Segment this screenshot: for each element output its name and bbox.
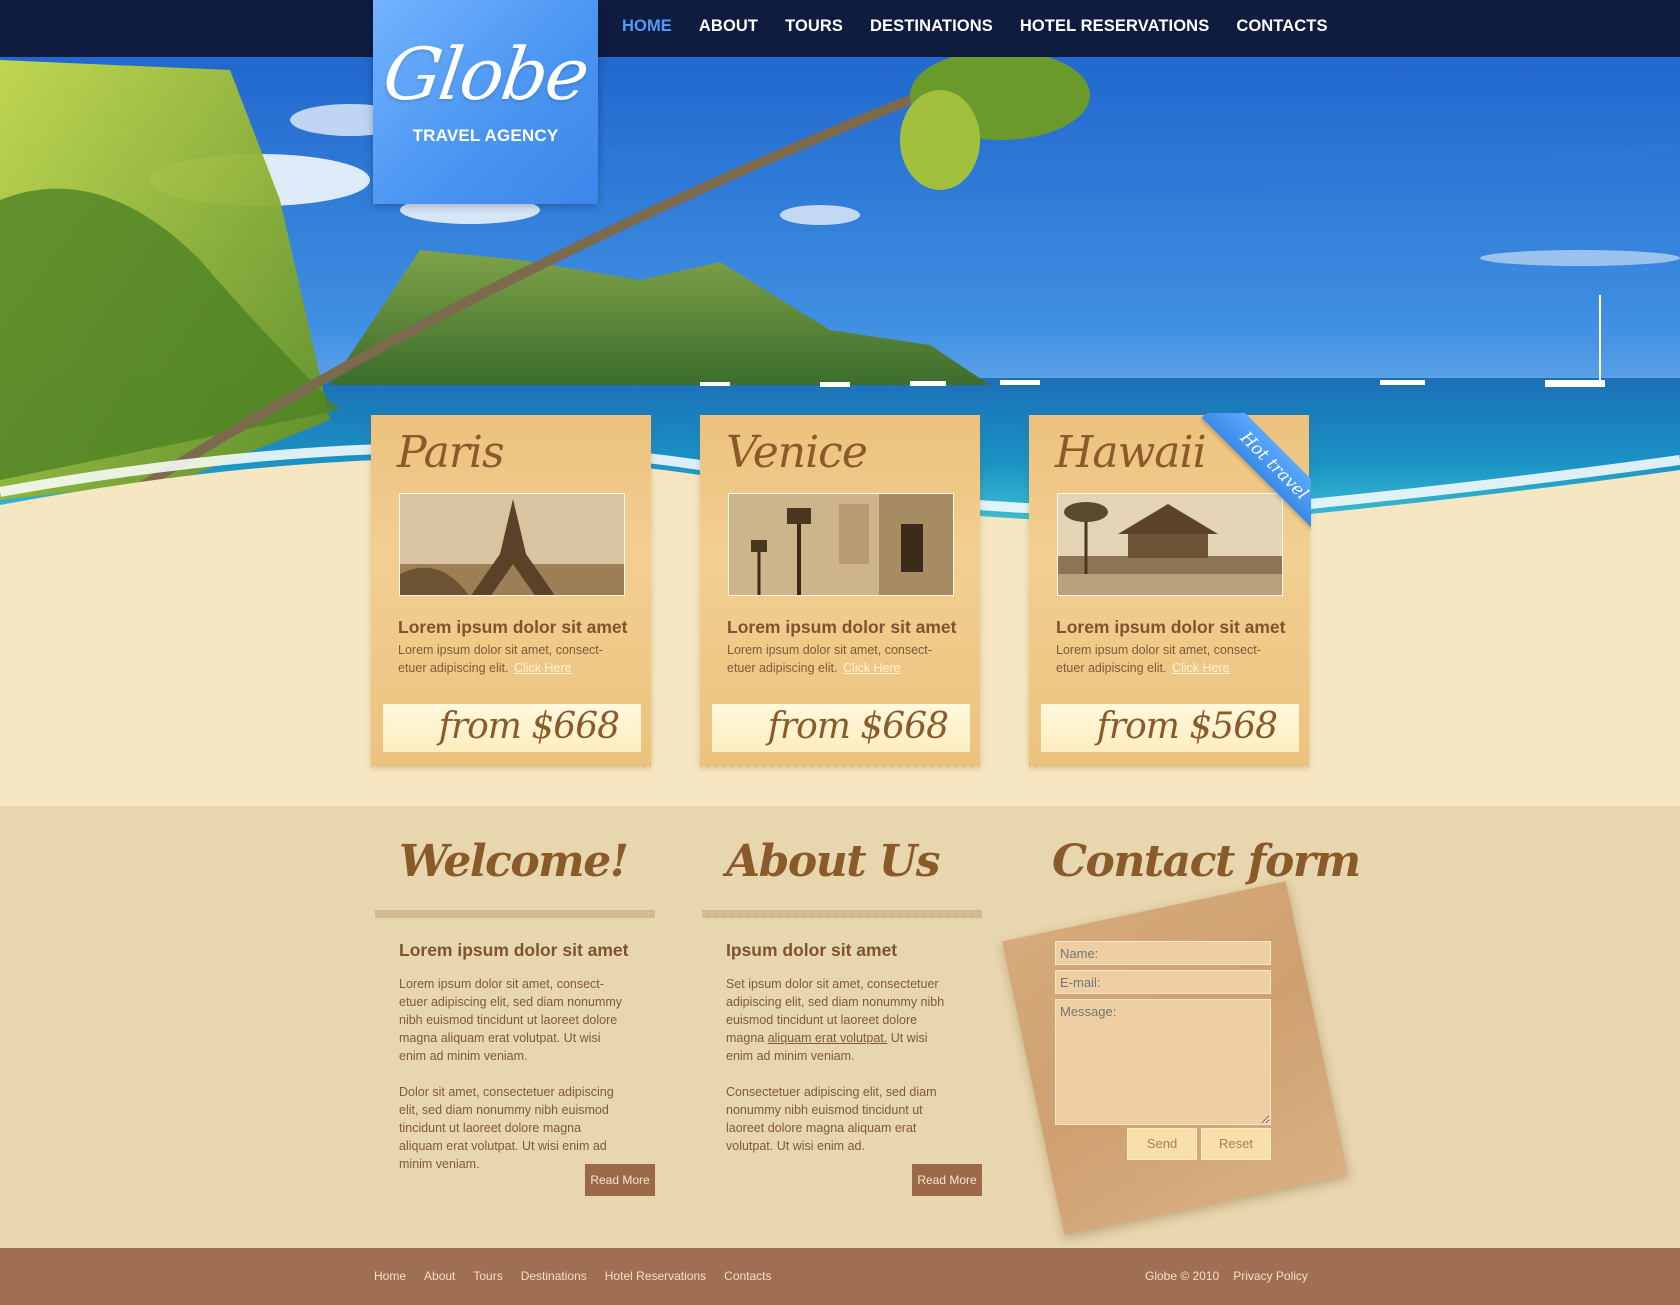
about-paragraph-2: Consectetuer adipiscing elit, sed diam n…: [726, 1085, 937, 1153]
main-nav: HOME ABOUT TOURS DESTINATIONS HOTEL RESE…: [622, 17, 1355, 36]
welcome-body: Lorem ipsum dolor sit amet, consect-etue…: [375, 975, 625, 1173]
footer: Home About Tours Destinations Hotel Rese…: [0, 1248, 1680, 1305]
card-text: Lorem ipsum dolor sit amet, consect-etue…: [398, 643, 603, 675]
copyright: Globe © 2010: [1145, 1269, 1220, 1283]
ribbon-label: Hot travel: [1201, 413, 1311, 533]
card-heading: Lorem ipsum dolor sit amet: [727, 617, 957, 637]
price-label: from $668: [438, 706, 620, 747]
price-label: from $668: [767, 706, 949, 747]
card-title: Hawaii: [1055, 427, 1207, 478]
name-field[interactable]: [1055, 941, 1271, 965]
footer-link-home[interactable]: Home: [374, 1269, 406, 1283]
about-title: About Us: [726, 836, 941, 887]
footer-link-about[interactable]: About: [424, 1269, 455, 1283]
price-tag: from $668: [383, 704, 641, 752]
footer-link-contacts[interactable]: Contacts: [724, 1269, 771, 1283]
paris-photo[interactable]: [399, 493, 625, 596]
click-here-link[interactable]: Click Here: [843, 661, 901, 675]
welcome-title: Welcome!: [399, 836, 629, 887]
site-logo[interactable]: Globe TRAVEL AGENCY: [373, 0, 598, 204]
welcome-heading: Lorem ipsum dolor sit amet: [399, 940, 629, 960]
hot-travel-ribbon: Hot travel: [1191, 413, 1311, 533]
card-text: Lorem ipsum dolor sit amet, consect-etue…: [1056, 643, 1261, 675]
nav-home[interactable]: HOME: [622, 17, 672, 36]
send-button[interactable]: Send: [1127, 1128, 1197, 1160]
reset-button[interactable]: Reset: [1201, 1128, 1271, 1160]
destination-card-paris: Paris Lorem ipsum dolor sit amet Lorem i…: [371, 415, 651, 771]
logo-tagline: TRAVEL AGENCY: [412, 126, 559, 145]
nav-about[interactable]: ABOUT: [699, 17, 758, 36]
welcome-column: Welcome! Lorem ipsum dolor sit amet Lore…: [375, 836, 655, 1206]
card-title: Venice: [726, 427, 868, 478]
footer-nav: Home About Tours Destinations Hotel Rese…: [374, 1269, 790, 1283]
footer-legal: Globe © 2010 Privacy Policy: [1145, 1269, 1308, 1283]
click-here-link[interactable]: Click Here: [514, 661, 572, 675]
footer-link-tours[interactable]: Tours: [473, 1269, 502, 1283]
logo-wordmark: Globe: [378, 32, 593, 116]
welcome-paragraph-2: Dolor sit amet, consectetuer adipiscing …: [399, 1085, 614, 1171]
card-heading: Lorem ipsum dolor sit amet: [398, 617, 628, 637]
message-field[interactable]: [1055, 999, 1271, 1125]
zigzag-edge: [1029, 763, 1309, 771]
nav-tours[interactable]: TOURS: [785, 17, 843, 36]
destination-card-hawaii: Hawaii Lorem ipsum dolor sit amet Lorem …: [1029, 413, 1311, 771]
email-field[interactable]: [1055, 970, 1271, 994]
card-heading: Lorem ipsum dolor sit amet: [1056, 617, 1286, 637]
destination-card-venice: Venice Lorem ipsum dolor sit amet Lorem …: [700, 415, 980, 771]
contact-title: Contact form: [1052, 836, 1361, 887]
section-divider: [702, 910, 982, 918]
card-text: Lorem ipsum dolor sit amet, consect-etue…: [727, 643, 932, 675]
zigzag-edge: [700, 763, 980, 771]
nav-hotel-reservations[interactable]: HOTEL RESERVATIONS: [1020, 17, 1209, 36]
welcome-read-more-button[interactable]: Read More: [585, 1164, 655, 1196]
nav-contacts[interactable]: CONTACTS: [1236, 17, 1327, 36]
privacy-policy-link[interactable]: Privacy Policy: [1233, 1269, 1308, 1283]
welcome-paragraph-1: Lorem ipsum dolor sit amet, consect-etue…: [399, 977, 623, 1063]
click-here-link[interactable]: Click Here: [1172, 661, 1230, 675]
about-paragraph-1: Set ipsum dolor sit amet, consectetuer a…: [726, 977, 945, 1063]
price-label: from $568: [1096, 706, 1278, 747]
footer-link-destinations[interactable]: Destinations: [521, 1269, 587, 1283]
about-read-more-button[interactable]: Read More: [912, 1164, 982, 1196]
price-tag: from $668: [712, 704, 970, 752]
nav-destinations[interactable]: DESTINATIONS: [870, 17, 993, 36]
price-tag: from $568: [1041, 704, 1299, 752]
footer-link-hotel-reservations[interactable]: Hotel Reservations: [605, 1269, 706, 1283]
about-heading: Ipsum dolor sit amet: [726, 940, 898, 960]
about-column: About Us Ipsum dolor sit amet Set ipsum …: [702, 836, 982, 1206]
zigzag-edge: [371, 763, 651, 771]
about-inline-link[interactable]: aliquam erat volutpat.: [768, 1031, 888, 1045]
section-divider: [375, 910, 655, 918]
card-title: Paris: [397, 427, 505, 478]
venice-photo[interactable]: [728, 493, 954, 596]
about-body: Set ipsum dolor sit amet, consectetuer a…: [702, 975, 952, 1155]
